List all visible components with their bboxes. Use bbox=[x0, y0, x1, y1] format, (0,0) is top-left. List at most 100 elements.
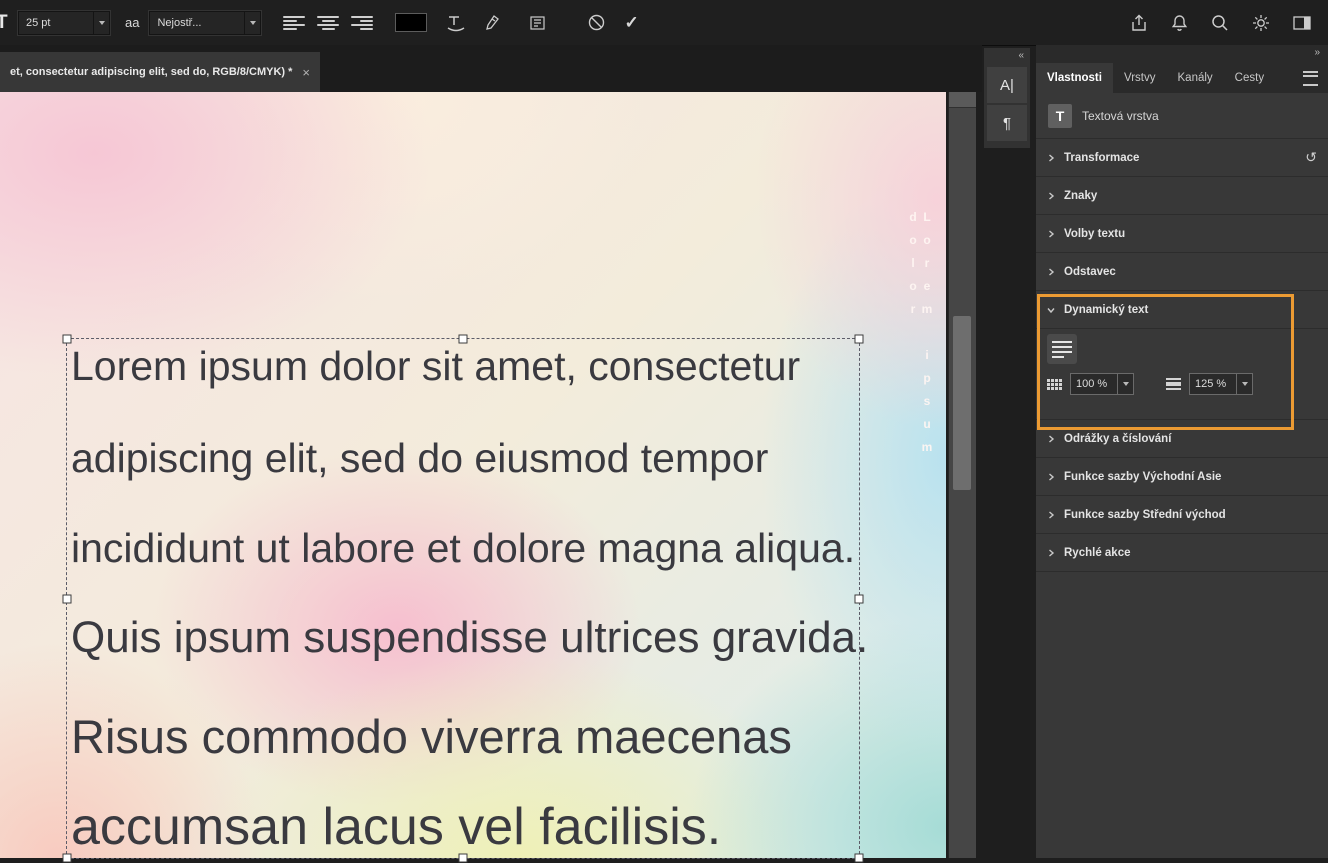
chevron-right-icon bbox=[1047, 267, 1055, 276]
section-east-asian[interactable]: Funkce sazby Východní Asie bbox=[1036, 458, 1328, 496]
canvas[interactable]: Lorem ipsum dolor Lorem ipsum dolor sit … bbox=[0, 92, 946, 863]
chevron-down-icon bbox=[1047, 306, 1055, 314]
document-tab[interactable]: et, consectetur adipiscing elit, sed do,… bbox=[0, 52, 320, 92]
font-size-select[interactable]: 25 pt bbox=[17, 9, 111, 36]
tab-vrstvy[interactable]: Vrstvy bbox=[1113, 63, 1167, 93]
anti-alias-value: Nejostř... bbox=[157, 16, 202, 29]
resize-handle-top-center[interactable] bbox=[458, 334, 468, 344]
chevron-right-icon bbox=[1047, 510, 1055, 519]
panel-menu-icon[interactable] bbox=[1303, 70, 1318, 86]
section-quick-actions[interactable]: Rychlé akce bbox=[1036, 534, 1328, 572]
line-height-icon bbox=[1166, 378, 1181, 390]
chevron-down-icon[interactable] bbox=[93, 11, 109, 34]
section-type-options[interactable]: Volby textu bbox=[1036, 215, 1328, 253]
workspace-layout-icon[interactable] bbox=[1292, 14, 1312, 32]
text-layer-bounding-box[interactable]: Lorem ipsum dolor sit amet, consectetur … bbox=[62, 334, 868, 863]
section-label: Funkce sazby Východní Asie bbox=[1064, 470, 1222, 483]
tab-kanaly[interactable]: Kanály bbox=[1167, 63, 1224, 93]
chevron-right-icon bbox=[1047, 472, 1055, 481]
text-line[interactable]: Lorem ipsum dolor sit amet, consectetur bbox=[71, 343, 800, 390]
collapsed-panel-dock: « A| ¶ bbox=[984, 48, 1030, 148]
section-bullets[interactable]: Odrážky a číslování bbox=[1036, 420, 1328, 458]
tab-vlastnosti[interactable]: Vlastnosti bbox=[1036, 63, 1113, 93]
text-line[interactable]: incididunt ut labore et dolore magna ali… bbox=[71, 525, 855, 572]
scrollbar-top-button[interactable] bbox=[949, 92, 976, 108]
section-label: Funkce sazby Střední východ bbox=[1064, 508, 1226, 521]
anti-alias-select[interactable]: Nejostř... bbox=[148, 9, 263, 36]
vertical-text-layer[interactable]: Lorem ipsum dolor bbox=[906, 210, 934, 590]
tracking-grid-icon bbox=[1047, 378, 1062, 390]
section-middle-east[interactable]: Funkce sazby Střední východ bbox=[1036, 496, 1328, 534]
align-left-icon[interactable] bbox=[283, 15, 306, 31]
text-line[interactable]: adipiscing elit, sed do eiusmod tempor bbox=[71, 435, 768, 482]
text-align-group bbox=[283, 15, 374, 31]
resize-handle-top-right[interactable] bbox=[854, 334, 864, 344]
reset-transform-icon[interactable]: ↺ bbox=[1305, 149, 1317, 166]
properties-panel: » Vlastnosti Vrstvy Kanály Cesty T Texto… bbox=[1036, 45, 1328, 858]
chevron-right-icon bbox=[1047, 434, 1055, 443]
section-transform[interactable]: Transformace ↺ bbox=[1036, 139, 1328, 177]
section-label: Odstavec bbox=[1064, 265, 1116, 278]
canvas-scrollbar[interactable] bbox=[948, 92, 976, 858]
text-layer-icon: T bbox=[1048, 103, 1072, 128]
section-characters[interactable]: Znaky bbox=[1036, 177, 1328, 215]
scale-percent-value: 100 % bbox=[1076, 378, 1108, 390]
document-tab-bar: et, consectetur adipiscing elit, sed do,… bbox=[0, 45, 982, 92]
chevron-right-icon bbox=[1047, 153, 1055, 162]
layer-type-row: T Textová vrstva bbox=[1036, 93, 1328, 139]
resize-handle-bottom-left[interactable] bbox=[62, 853, 72, 863]
resize-handle-bottom-center[interactable] bbox=[458, 853, 468, 863]
text-line[interactable]: accumsan lacus vel facilisis. bbox=[71, 797, 721, 857]
resize-handle-top-left[interactable] bbox=[62, 334, 72, 344]
section-label: Volby textu bbox=[1064, 227, 1126, 240]
search-icon[interactable] bbox=[1210, 13, 1230, 33]
character-panel-icon[interactable]: A| bbox=[987, 67, 1027, 103]
close-tab-icon[interactable]: × bbox=[302, 65, 310, 80]
section-label: Rychlé akce bbox=[1064, 546, 1131, 559]
commit-edits-icon[interactable]: ✓ bbox=[624, 13, 638, 33]
pen-nib-icon[interactable] bbox=[483, 14, 501, 32]
dynamic-text-mode-icon[interactable] bbox=[1047, 334, 1077, 364]
leading-percent-value: 125 % bbox=[1195, 378, 1227, 390]
resize-handle-middle-left[interactable] bbox=[62, 594, 72, 603]
layer-type-label: Textová vrstva bbox=[1082, 108, 1159, 123]
notifications-bell-icon[interactable] bbox=[1170, 13, 1189, 33]
cancel-edits-icon[interactable] bbox=[587, 13, 606, 32]
chevron-down-icon[interactable] bbox=[1117, 374, 1133, 394]
leading-percent-select[interactable]: 125 % bbox=[1189, 373, 1253, 395]
anti-alias-icon: aa bbox=[125, 15, 140, 30]
scrollbar-thumb[interactable] bbox=[953, 316, 971, 490]
chevron-right-icon bbox=[1047, 229, 1055, 238]
collapse-panels-icon[interactable]: » bbox=[1036, 45, 1328, 63]
section-label: Dynamický text bbox=[1064, 303, 1149, 316]
expand-panels-icon[interactable]: « bbox=[984, 48, 1030, 65]
section-paragraph[interactable]: Odstavec bbox=[1036, 253, 1328, 291]
document-title: et, consectetur adipiscing elit, sed do,… bbox=[10, 66, 293, 78]
warp-text-icon[interactable] bbox=[445, 14, 467, 32]
tab-cesty[interactable]: Cesty bbox=[1224, 63, 1275, 93]
chevron-right-icon bbox=[1047, 548, 1055, 557]
text-color-swatch[interactable] bbox=[395, 13, 428, 32]
resize-handle-middle-right[interactable] bbox=[854, 594, 864, 603]
font-size-value: 25 pt bbox=[26, 16, 51, 29]
section-label: Odrážky a číslování bbox=[1064, 432, 1172, 445]
chevron-right-icon bbox=[1047, 191, 1055, 200]
align-center-icon[interactable] bbox=[317, 15, 340, 31]
chevron-down-icon[interactable] bbox=[1236, 374, 1252, 394]
align-right-icon[interactable] bbox=[351, 15, 374, 31]
text-line[interactable]: Quis ipsum suspendisse ultrices gravida. bbox=[71, 613, 868, 663]
scale-percent-select[interactable]: 100 % bbox=[1070, 373, 1134, 395]
dynamic-text-body: 100 % 125 % bbox=[1036, 329, 1328, 420]
char-para-panels-icon[interactable] bbox=[529, 15, 547, 31]
options-bar: T 25 pt aa Nejostř... ✓ bbox=[0, 0, 1328, 46]
chevron-down-icon[interactable] bbox=[244, 11, 260, 34]
discover-icon[interactable] bbox=[1251, 13, 1271, 33]
text-line[interactable]: Risus commodo viverra maecenas bbox=[71, 709, 792, 764]
type-tool-icon[interactable]: T bbox=[0, 12, 8, 34]
section-dynamic-text[interactable]: Dynamický text bbox=[1036, 291, 1328, 329]
paragraph-panel-icon[interactable]: ¶ bbox=[987, 105, 1027, 141]
panel-tab-bar: Vlastnosti Vrstvy Kanály Cesty bbox=[1036, 63, 1328, 93]
resize-handle-bottom-right[interactable] bbox=[854, 853, 864, 863]
section-label: Transformace bbox=[1064, 151, 1140, 164]
share-icon[interactable] bbox=[1129, 13, 1149, 33]
